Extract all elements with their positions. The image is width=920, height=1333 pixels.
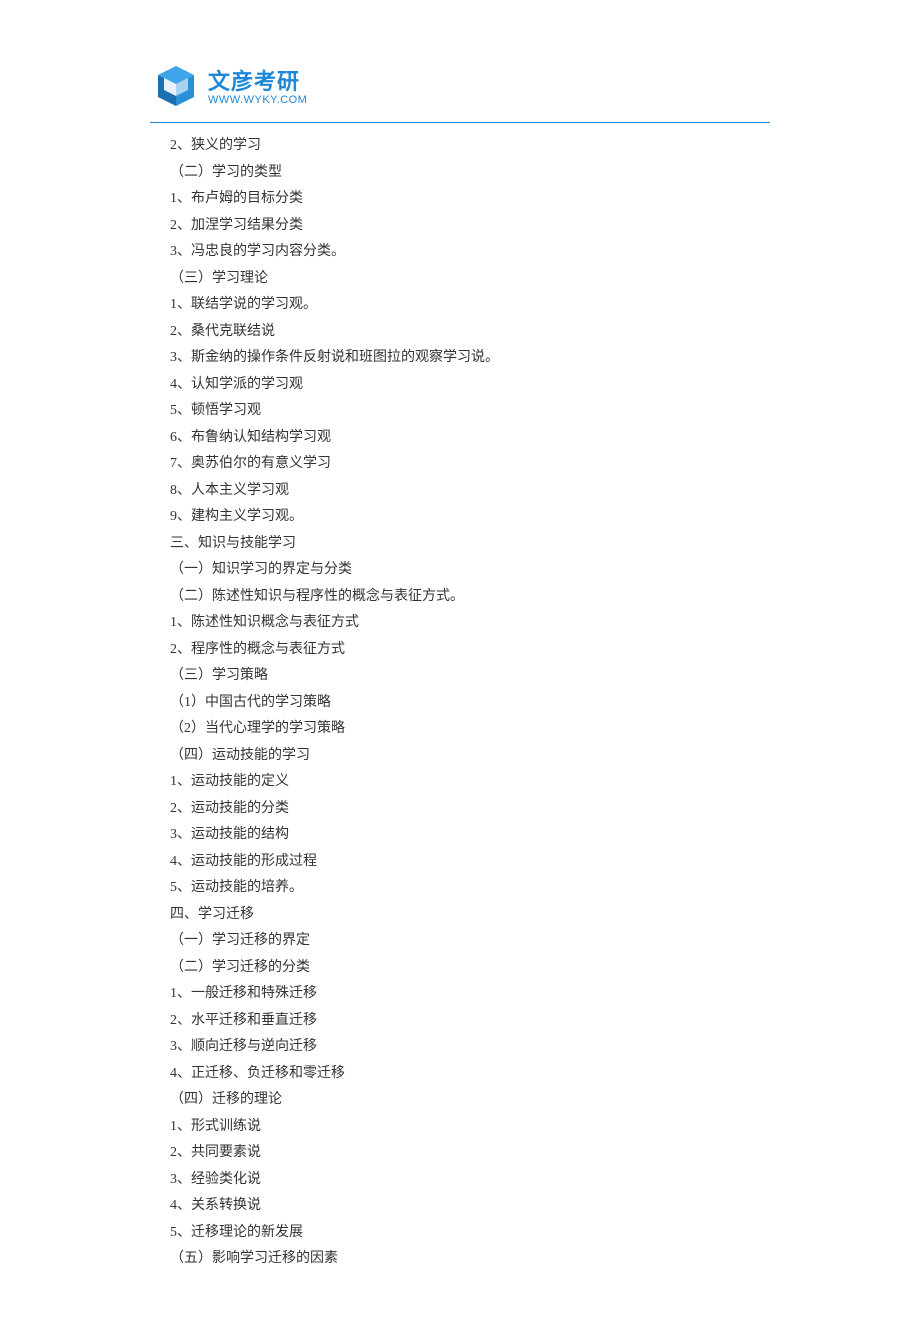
outline-item: 1、一般迁移和特殊迁移 — [170, 981, 770, 1008]
outline-item: 1、陈述性知识概念与表征方式 — [170, 610, 770, 637]
outline-item: 2、水平迁移和垂直迁移 — [170, 1008, 770, 1035]
outline-item: 2、加涅学习结果分类 — [170, 213, 770, 240]
outline-item: 7、奥苏伯尔的有意义学习 — [170, 451, 770, 478]
outline-item: 三、知识与技能学习 — [170, 531, 770, 558]
outline-item: 1、联结学说的学习观。 — [170, 292, 770, 319]
outline-item: 2、共同要素说 — [170, 1140, 770, 1167]
outline-item: 6、布鲁纳认知结构学习观 — [170, 425, 770, 452]
outline-item: （四）迁移的理论 — [170, 1087, 770, 1114]
outline-item: 5、迁移理论的新发展 — [170, 1220, 770, 1247]
outline-item: （三）学习理论 — [170, 266, 770, 293]
outline-item: 5、顿悟学习观 — [170, 398, 770, 425]
header-divider — [150, 122, 770, 123]
outline-item: （一）知识学习的界定与分类 — [170, 557, 770, 584]
outline-item: 9、建构主义学习观。 — [170, 504, 770, 531]
logo-text-block: 文彦考研 WWW.WYKY.COM — [208, 70, 307, 106]
outline-item: 3、运动技能的结构 — [170, 822, 770, 849]
outline-item: 四、学习迁移 — [170, 902, 770, 929]
outline-item: 2、桑代克联结说 — [170, 319, 770, 346]
outline-item: （2）当代心理学的学习策略 — [170, 716, 770, 743]
outline-item: 4、关系转换说 — [170, 1193, 770, 1220]
outline-item: 5、运动技能的培养。 — [170, 875, 770, 902]
outline-item: （四）运动技能的学习 — [170, 743, 770, 770]
outline-item: 3、冯忠良的学习内容分类。 — [170, 239, 770, 266]
outline-item: （二）学习迁移的分类 — [170, 955, 770, 982]
outline-item: （二）陈述性知识与程序性的概念与表征方式。 — [170, 584, 770, 611]
outline-item: （三）学习策略 — [170, 663, 770, 690]
outline-content: 2、狭义的学习 （二）学习的类型 1、布卢姆的目标分类 2、加涅学习结果分类 3… — [150, 133, 770, 1273]
logo-url: WWW.WYKY.COM — [208, 94, 307, 106]
outline-item: 1、运动技能的定义 — [170, 769, 770, 796]
outline-item: 8、人本主义学习观 — [170, 478, 770, 505]
outline-item: 3、顺向迁移与逆向迁移 — [170, 1034, 770, 1061]
outline-item: 4、认知学派的学习观 — [170, 372, 770, 399]
outline-item: 2、狭义的学习 — [170, 133, 770, 160]
logo-icon — [150, 62, 202, 114]
outline-item: 3、经验类化说 — [170, 1167, 770, 1194]
outline-item: （五）影响学习迁移的因素 — [170, 1246, 770, 1273]
outline-item: （二）学习的类型 — [170, 160, 770, 187]
outline-item: 4、运动技能的形成过程 — [170, 849, 770, 876]
outline-item: 1、布卢姆的目标分类 — [170, 186, 770, 213]
outline-item: （一）学习迁移的界定 — [170, 928, 770, 955]
document-page: 文彦考研 WWW.WYKY.COM 2、狭义的学习 （二）学习的类型 1、布卢姆… — [0, 0, 920, 1333]
outline-item: 2、程序性的概念与表征方式 — [170, 637, 770, 664]
outline-item: 2、运动技能的分类 — [170, 796, 770, 823]
logo-header: 文彦考研 WWW.WYKY.COM — [150, 60, 770, 116]
outline-item: 3、斯金纳的操作条件反射说和班图拉的观察学习说。 — [170, 345, 770, 372]
outline-item: 1、形式训练说 — [170, 1114, 770, 1141]
logo-title: 文彦考研 — [208, 70, 307, 94]
outline-item: （1）中国古代的学习策略 — [170, 690, 770, 717]
outline-item: 4、正迁移、负迁移和零迁移 — [170, 1061, 770, 1088]
